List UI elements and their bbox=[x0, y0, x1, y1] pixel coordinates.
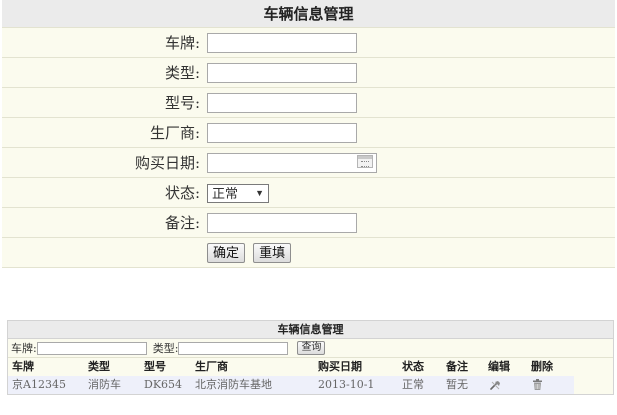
cell-maker: 北京消防车基地 bbox=[195, 378, 272, 391]
remark-input[interactable] bbox=[207, 212, 357, 233]
status-select[interactable]: 正常 ▼ bbox=[207, 183, 269, 203]
plate-label: 车牌: bbox=[2, 27, 204, 58]
cell-plate: 京A12345 bbox=[12, 378, 66, 391]
plate-row: 车牌: bbox=[2, 27, 615, 58]
date-row: 购买日期: bbox=[2, 147, 615, 178]
col-status: 状态 bbox=[402, 360, 424, 373]
col-remark: 备注 bbox=[446, 360, 468, 373]
reset-button[interactable]: 重填 bbox=[253, 242, 292, 263]
col-date: 购买日期 bbox=[318, 360, 362, 373]
date-picker bbox=[207, 152, 377, 173]
cell-remark: 暂无 bbox=[446, 378, 468, 391]
trash-icon[interactable] bbox=[533, 379, 542, 390]
vehicle-list-panel: 车辆信息管理 车牌: 类型: 查询 车牌 类型 型号 生厂商 购买日期 状态 备… bbox=[7, 320, 614, 395]
chevron-down-icon: ▼ bbox=[255, 187, 264, 198]
status-row: 状态: 正常 ▼ bbox=[2, 177, 615, 208]
purchase-date-input[interactable] bbox=[207, 152, 377, 173]
form-title-row: 车辆信息管理 bbox=[2, 0, 615, 28]
edit-icon[interactable] bbox=[490, 380, 501, 390]
date-label: 购买日期: bbox=[2, 147, 204, 178]
search-type-label: 类型: bbox=[152, 342, 179, 355]
cell-status: 正常 bbox=[402, 378, 424, 391]
type-row: 类型: bbox=[2, 57, 615, 88]
col-plate: 车牌 bbox=[12, 360, 34, 373]
maker-label: 生厂商: bbox=[2, 117, 204, 148]
search-plate-input[interactable] bbox=[36, 341, 147, 355]
col-delete: 删除 bbox=[531, 360, 553, 373]
model-row: 型号: bbox=[2, 87, 615, 118]
table-header: 车牌 类型 型号 生厂商 购买日期 状态 备注 编辑 删除 bbox=[8, 358, 613, 376]
col-maker: 生厂商 bbox=[195, 360, 228, 373]
col-type: 类型 bbox=[88, 360, 110, 373]
col-model: 型号 bbox=[144, 360, 166, 373]
col-edit: 编辑 bbox=[488, 360, 510, 373]
vehicle-form: 车辆信息管理 车牌: 类型: 型号: 生厂商: 购买日期: 状态: 正常 ▼ 备… bbox=[2, 0, 615, 268]
type-input[interactable] bbox=[207, 62, 357, 83]
search-plate-label: 车牌: bbox=[11, 342, 37, 355]
remark-label: 备注: bbox=[2, 207, 204, 238]
confirm-button[interactable]: 确定 bbox=[207, 242, 246, 263]
cell-type: 消防车 bbox=[88, 378, 121, 391]
search-type-input[interactable] bbox=[178, 341, 289, 355]
table-row: 京A12345 消防车 DK654 北京消防车基地 2013-10-1 正常 暂… bbox=[8, 376, 574, 394]
maker-input[interactable] bbox=[207, 122, 357, 143]
plate-input[interactable] bbox=[207, 32, 357, 53]
calendar-icon[interactable] bbox=[357, 155, 373, 169]
status-selected-value: 正常 bbox=[212, 185, 239, 201]
model-label: 型号: bbox=[2, 87, 204, 118]
query-button[interactable]: 查询 bbox=[297, 341, 326, 355]
search-bar: 车牌: 类型: 查询 bbox=[8, 339, 613, 358]
maker-row: 生厂商: bbox=[2, 117, 615, 148]
type-label: 类型: bbox=[2, 57, 204, 88]
cell-date: 2013-10-1 bbox=[318, 378, 375, 391]
remark-row: 备注: bbox=[2, 207, 615, 238]
button-row: 确定 重填 bbox=[2, 237, 615, 268]
status-label: 状态: bbox=[2, 177, 204, 208]
cell-model: DK654 bbox=[144, 378, 183, 391]
list-title: 车辆信息管理 bbox=[8, 321, 613, 339]
form-title: 车辆信息管理 bbox=[2, 0, 615, 28]
model-input[interactable] bbox=[207, 92, 357, 113]
